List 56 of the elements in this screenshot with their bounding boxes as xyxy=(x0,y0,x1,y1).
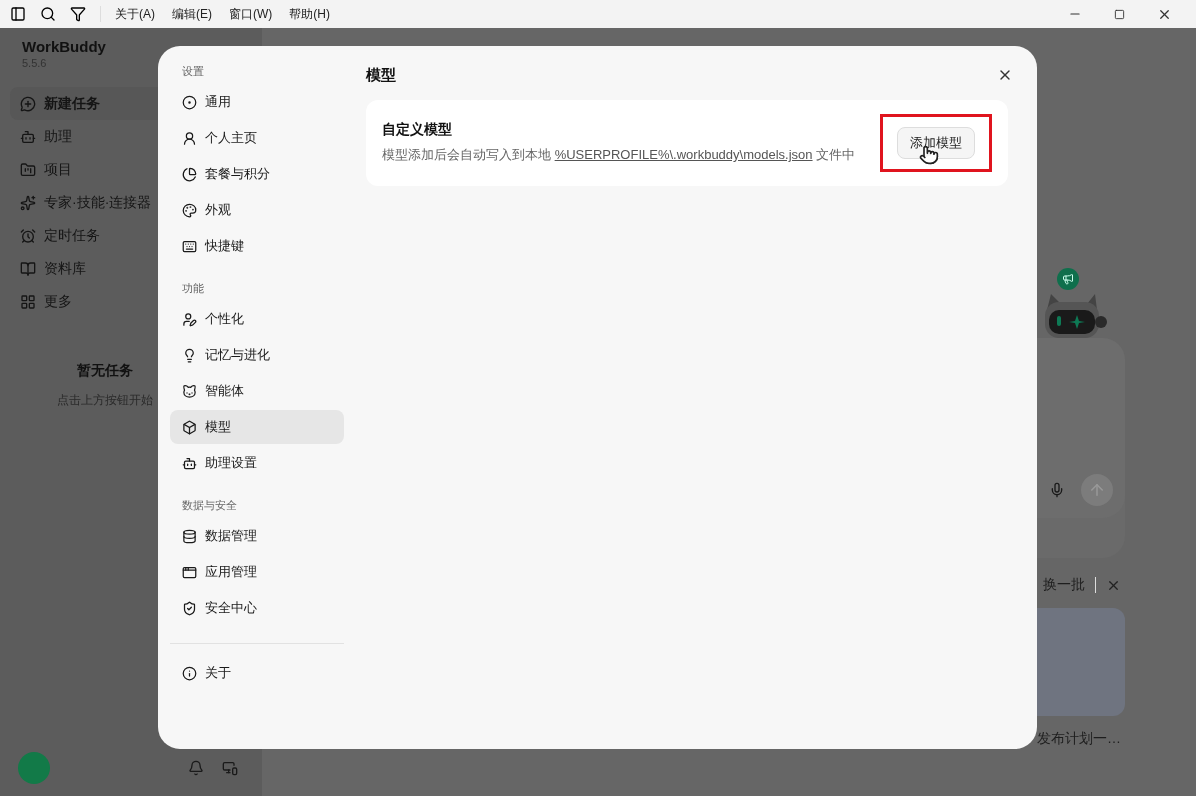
target-icon xyxy=(182,94,197,110)
robot-icon xyxy=(182,455,197,471)
info-icon xyxy=(182,665,197,681)
robot-icon xyxy=(20,128,36,145)
settings-nav-item[interactable]: 外观 xyxy=(170,193,344,227)
keyboard-icon xyxy=(182,238,197,254)
maximize-icon xyxy=(1114,8,1125,20)
settings-nav-item[interactable]: 应用管理 xyxy=(170,555,344,589)
shield-check-icon xyxy=(182,600,197,616)
settings-nav-item[interactable]: 模型 xyxy=(170,410,344,444)
section-heading: 数据与安全 xyxy=(181,498,238,513)
app-name: WorkBuddy xyxy=(21,37,107,55)
search-icon[interactable] xyxy=(40,6,56,22)
settings-nav-item[interactable]: 记忆与进化 xyxy=(170,338,344,372)
menu-item[interactable]: 帮助(H) xyxy=(289,5,330,23)
menu-item[interactable]: 关于(A) xyxy=(115,5,155,23)
sidebar-toggle-icon[interactable] xyxy=(10,6,26,22)
database-icon xyxy=(182,528,197,544)
microphone-icon[interactable] xyxy=(1049,482,1065,498)
cube-icon xyxy=(182,419,197,435)
file-path-link[interactable]: %USERPROFILE%\.workbuddy\models.json xyxy=(554,147,813,162)
app-window-icon xyxy=(182,564,197,580)
alarm-clock-icon xyxy=(20,227,36,244)
sparkle-icon xyxy=(20,194,36,211)
book-icon xyxy=(20,260,36,277)
lightbulb-icon xyxy=(182,347,197,363)
user-edit-icon xyxy=(182,311,197,327)
cat-icon xyxy=(182,383,197,399)
user-icon xyxy=(182,130,197,146)
menu-item[interactable]: 窗口(W) xyxy=(229,5,273,23)
grid-icon xyxy=(20,293,36,310)
folder-icon xyxy=(20,161,36,178)
devices-icon[interactable] xyxy=(222,760,238,776)
empty-title: 暂无任务 xyxy=(77,362,133,380)
pie-chart-icon xyxy=(182,166,197,182)
add-model-button[interactable]: 添加模型 xyxy=(897,127,975,159)
funnel-icon[interactable] xyxy=(70,6,86,22)
settings-nav-item[interactable]: 智能体 xyxy=(170,374,344,408)
settings-nav-item[interactable]: 助理设置 xyxy=(170,446,344,480)
page-title: 模型 xyxy=(366,65,396,85)
section-heading: 设置 xyxy=(181,64,205,79)
chat-plus-icon xyxy=(20,95,36,112)
megaphone-icon[interactable] xyxy=(1057,268,1079,290)
palette-icon xyxy=(182,202,197,218)
menu-item[interactable]: 编辑(E) xyxy=(172,5,212,23)
card-title: 自定义模型 xyxy=(382,121,453,139)
settings-nav-item[interactable]: 安全中心 xyxy=(170,591,344,625)
section-heading: 功能 xyxy=(181,281,205,296)
settings-nav-item[interactable]: 关于 xyxy=(170,656,344,690)
settings-nav-item[interactable]: 数据管理 xyxy=(170,519,344,553)
settings-nav-item[interactable]: 个性化 xyxy=(170,302,344,336)
settings-nav-item[interactable]: 套餐与积分 xyxy=(170,157,344,191)
bell-icon[interactable] xyxy=(188,760,204,776)
card-description: 模型添加后会自动写入到本地 %USERPROFILE%\.workbuddy\models.json 文件中 xyxy=(382,146,857,164)
settings-nav-item[interactable]: 快捷键 xyxy=(170,229,344,263)
settings-nav-item[interactable]: 个人主页 xyxy=(170,121,344,155)
